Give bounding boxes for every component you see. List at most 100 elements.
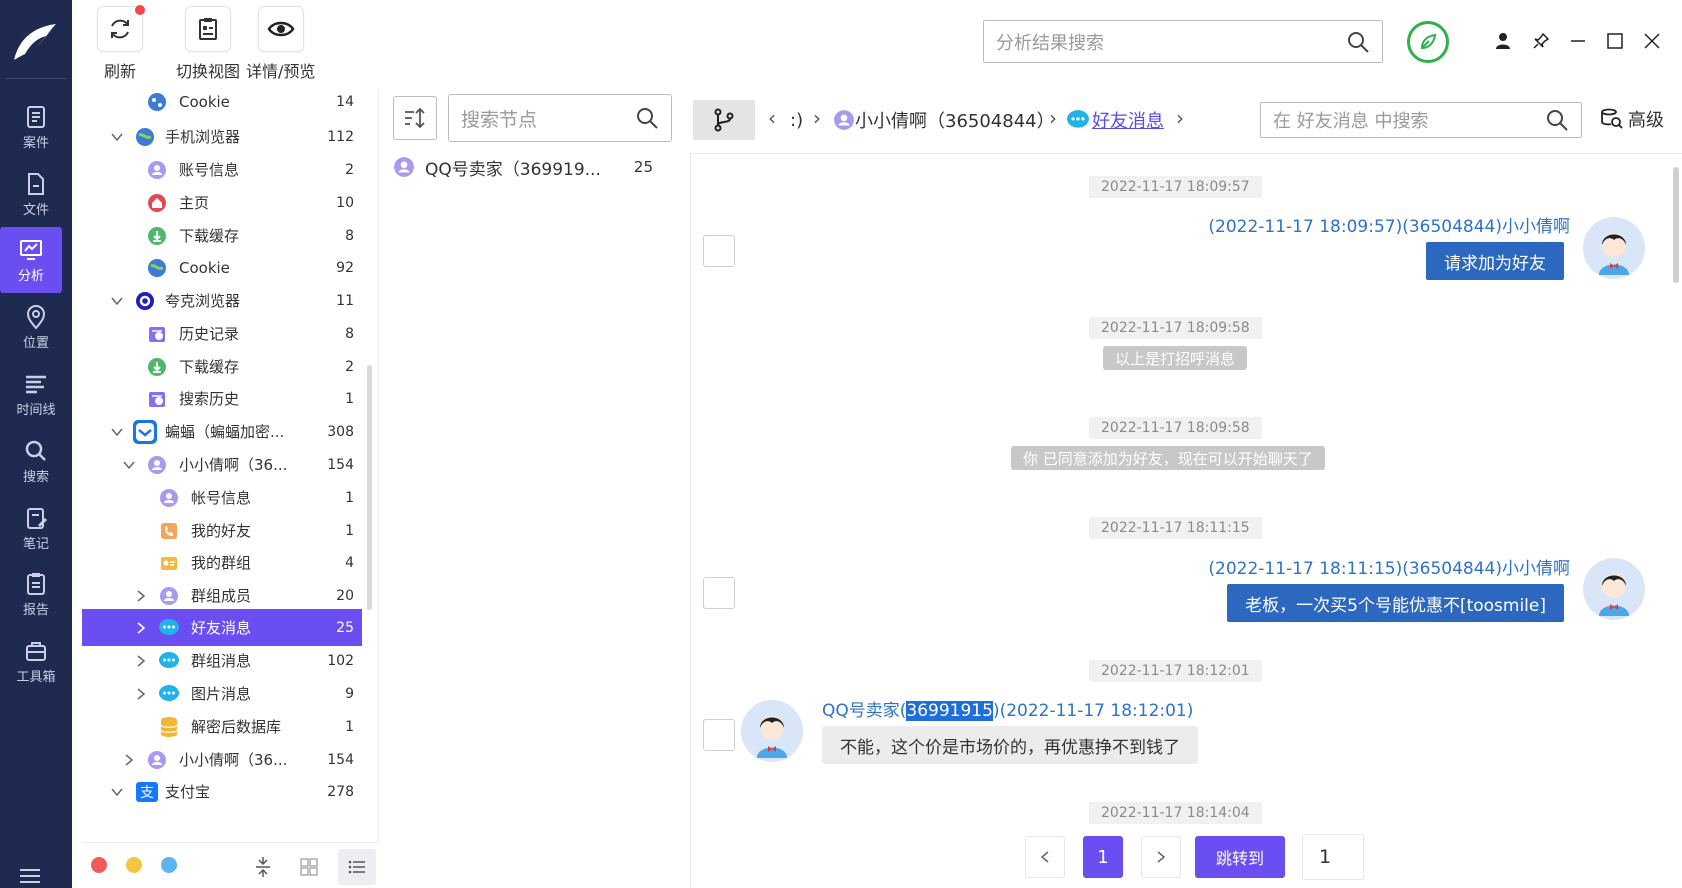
tree-row-account-info[interactable]: 账号信息 2 <box>82 152 362 187</box>
chevron-down-icon[interactable] <box>110 425 124 439</box>
tree-row-image-messages[interactable]: 图片消息 9 <box>82 676 362 711</box>
chevron-right-icon[interactable] <box>134 621 148 635</box>
chat-bubble-icon <box>158 650 180 672</box>
tree-row-download-cache[interactable]: 下载缓存 8 <box>82 218 362 253</box>
chevron-down-icon[interactable] <box>110 785 124 799</box>
chevron-down-icon[interactable] <box>110 294 124 308</box>
menu-icon[interactable] <box>18 866 42 886</box>
node-list-item[interactable]: QQ号卖家（369919... 25 <box>393 152 663 182</box>
tree-row-alipay[interactable]: 支 支付宝 278 <box>82 774 362 809</box>
tree-scrollbar[interactable] <box>367 365 372 610</box>
advanced-search-button[interactable]: 高级 <box>1600 106 1664 132</box>
chevron-right-icon[interactable] <box>122 753 136 767</box>
list-view-icon[interactable] <box>338 849 376 885</box>
tree-row-history[interactable]: 历史记录 8 <box>82 316 362 351</box>
chevron-down-icon[interactable] <box>110 130 124 144</box>
advanced-search-label: 高级 <box>1628 110 1664 131</box>
chat-search-placeholder: 在 好友消息 中搜索 <box>1273 111 1429 132</box>
account-icon <box>146 159 168 181</box>
refresh-button[interactable]: 刷新 <box>97 5 145 82</box>
sender-name: QQ号卖家( <box>822 701 907 721</box>
chevron-right-icon[interactable] <box>134 687 148 701</box>
page-number-button[interactable]: 1 <box>1083 836 1123 878</box>
pin-icon[interactable] <box>1528 28 1554 54</box>
nav-timeline[interactable]: 时间线 <box>0 361 72 427</box>
tree-row-search-history[interactable]: 搜索历史 1 <box>82 381 362 416</box>
tree-row-friend-messages[interactable]: 好友消息 25 <box>82 609 362 646</box>
notification-dot <box>135 5 145 15</box>
account-icon <box>158 487 180 509</box>
nav-search[interactable]: 搜索 <box>0 428 72 494</box>
tree-row-home[interactable]: 主页 10 <box>82 185 362 220</box>
minimize-icon[interactable] <box>1565 28 1591 54</box>
chevron-down-icon[interactable] <box>122 458 136 472</box>
chevron-right-icon[interactable] <box>134 654 148 668</box>
message-checkbox[interactable] <box>703 719 735 751</box>
next-page-button[interactable] <box>1141 836 1181 878</box>
chevron-right-icon[interactable] <box>134 589 148 603</box>
sort-button[interactable] <box>393 96 437 140</box>
nav-file[interactable]: 文件 <box>0 161 72 227</box>
jump-to-page-button[interactable]: 跳转到 <box>1195 836 1285 878</box>
tree-row-cookie[interactable]: Cookie 14 <box>82 90 362 119</box>
tree-row-quark-browser[interactable]: 夸克浏览器 11 <box>82 283 362 318</box>
tree-row-my-groups[interactable]: 我的群组 4 <box>82 545 362 580</box>
nav-case[interactable]: 案件 <box>0 94 72 160</box>
breadcrumb-user[interactable]: 小小倩啊（36504844） <box>833 106 1055 134</box>
chevron-right-icon: › <box>813 106 821 130</box>
tree-row-group-messages[interactable]: 群组消息 102 <box>82 643 362 678</box>
alipay-icon: 支 <box>134 781 160 803</box>
search-icon[interactable] <box>1346 30 1370 54</box>
jump-page-input[interactable]: 1 <box>1302 834 1364 880</box>
nav-location[interactable]: 位置 <box>0 294 72 360</box>
user-icon <box>146 454 168 476</box>
tree-row-cookie-2[interactable]: Cookie 92 <box>82 250 362 285</box>
branch-view-button[interactable] <box>693 100 755 140</box>
tree-row-label: 下载缓存 <box>179 358 240 376</box>
tree-row-label: 搜索历史 <box>179 390 240 408</box>
chat-scrollbar[interactable] <box>1673 167 1679 283</box>
tree-row-batchat[interactable]: 蝙蝠（蝙蝠加密... 308 <box>82 414 362 449</box>
grid-view-icon[interactable] <box>294 852 324 882</box>
message-checkbox[interactable] <box>703 235 735 267</box>
blue-filter-dot[interactable] <box>161 857 177 873</box>
tree-row-account-info-2[interactable]: 帐号信息 1 <box>82 480 362 515</box>
node-search-input[interactable]: 搜索节点 <box>448 94 672 142</box>
toolbox-icon <box>26 641 46 661</box>
tree-row-user-2[interactable]: 小小倩啊（36... 154 <box>82 742 362 777</box>
groups-icon <box>158 552 180 574</box>
search-icon[interactable] <box>635 106 659 130</box>
user-icon[interactable] <box>1490 28 1516 54</box>
analysis-search-input[interactable]: 分析结果搜索 <box>983 20 1383 63</box>
nav-analysis[interactable]: 分析 <box>0 227 62 293</box>
collapse-icon[interactable] <box>248 852 278 882</box>
system-message: 你 已同意添加为好友，现在可以开始聊天了 <box>1011 446 1325 470</box>
red-filter-dot[interactable] <box>91 857 107 873</box>
chat-search-input[interactable]: 在 好友消息 中搜索 <box>1260 102 1582 138</box>
tree-row-group-members[interactable]: 群组成员 20 <box>82 578 362 613</box>
avatar <box>741 700 803 762</box>
detail-preview-button[interactable]: 详情/预览 <box>246 6 315 82</box>
tree-row-download-cache-2[interactable]: 下载缓存 2 <box>82 349 362 384</box>
nav-report[interactable]: 报告 <box>0 561 72 627</box>
breadcrumb-current[interactable]: 好友消息 <box>1066 106 1164 134</box>
search-icon[interactable] <box>1545 108 1569 132</box>
yellow-filter-dot[interactable] <box>126 857 142 873</box>
connection-status-icon[interactable] <box>1407 21 1449 63</box>
close-icon[interactable] <box>1639 28 1665 54</box>
chat-bubble-icon <box>1067 110 1089 128</box>
message-checkbox[interactable] <box>703 577 735 609</box>
nav-note[interactable]: 笔记 <box>0 495 72 561</box>
nav-toolbox[interactable]: 工具箱 <box>0 628 72 694</box>
tree-row-decrypted-db[interactable]: 解密后数据库 1 <box>82 709 362 744</box>
chevron-right-icon[interactable]: › <box>1176 106 1184 130</box>
maximize-icon[interactable] <box>1602 28 1628 54</box>
tree-row-label: 群组消息 <box>191 652 252 670</box>
chevron-left-icon[interactable]: ‹ <box>768 106 776 130</box>
breadcrumb-root[interactable]: :) <box>790 106 803 134</box>
tree-row-mobile-browser[interactable]: 手机浏览器 112 <box>82 119 362 154</box>
tree-row-user-1[interactable]: 小小倩啊（36... 154 <box>82 447 362 482</box>
switch-view-button[interactable]: 切换视图 <box>176 6 240 82</box>
prev-page-button[interactable] <box>1025 836 1065 878</box>
tree-row-my-friends[interactable]: 我的好友 1 <box>82 513 362 548</box>
